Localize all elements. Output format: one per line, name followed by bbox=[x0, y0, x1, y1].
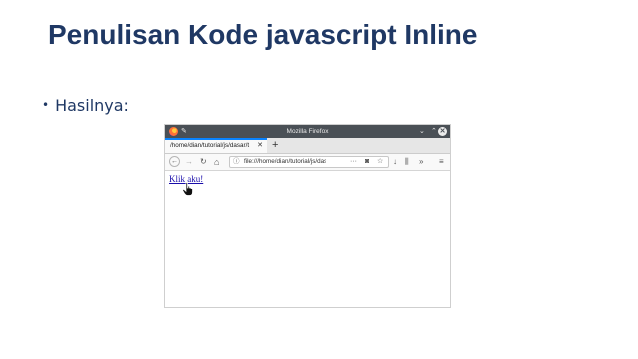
window-titlebar: ✎ Mozilla Firefox ⌄ ⌃ ✕ bbox=[165, 125, 450, 138]
tab-title: /home/dian/tutorial/js/dasar/t bbox=[170, 142, 250, 149]
library-icon[interactable]: ⫼ bbox=[405, 154, 409, 170]
url-bar[interactable]: ⓘ file:///home/dian/tutorial/js/dasar ··… bbox=[229, 156, 389, 168]
hand-cursor-icon bbox=[182, 182, 193, 196]
menu-icon[interactable]: ≡ bbox=[439, 154, 444, 170]
window-close-button[interactable]: ✕ bbox=[438, 127, 447, 136]
maximize-icon[interactable]: ⌃ bbox=[431, 125, 437, 138]
downloads-icon[interactable]: ↓ bbox=[393, 154, 397, 170]
info-icon[interactable]: ⓘ bbox=[233, 157, 240, 167]
slide-title: Penulisan Kode javascript Inline bbox=[48, 19, 478, 50]
reload-button[interactable]: ↻ bbox=[200, 154, 207, 170]
url-text[interactable]: file:///home/dian/tutorial/js/dasar bbox=[244, 157, 326, 167]
home-button[interactable]: ⌂ bbox=[214, 154, 219, 170]
tab-bar: /home/dian/tutorial/js/dasar/t ✕ + bbox=[165, 138, 450, 154]
forward-button[interactable]: → bbox=[185, 154, 193, 170]
back-button[interactable]: ← bbox=[169, 156, 180, 167]
window-title: Mozilla Firefox bbox=[286, 128, 329, 135]
page-actions-icon[interactable]: ··· bbox=[350, 157, 357, 167]
bullet-dot-icon: • bbox=[42, 98, 50, 112]
bullet-text: Hasilnya: bbox=[55, 96, 129, 115]
minimize-icon[interactable]: ⌄ bbox=[419, 125, 425, 138]
bullet-item: • Hasilnya: bbox=[42, 96, 129, 115]
bookmark-star-icon[interactable]: ☆ bbox=[377, 157, 383, 167]
nav-bar: ← → ↻ ⌂ ⓘ file:///home/dian/tutorial/js/… bbox=[165, 154, 450, 171]
page-content: Klik aku! bbox=[165, 171, 450, 307]
tab-active[interactable]: /home/dian/tutorial/js/dasar/t ✕ bbox=[165, 138, 267, 153]
pocket-icon[interactable]: ◙ bbox=[365, 157, 369, 167]
slide: Penulisan Kode javascript Inline • Hasiln… bbox=[0, 0, 638, 359]
tab-close-icon[interactable]: ✕ bbox=[257, 140, 263, 152]
new-tab-button[interactable]: + bbox=[272, 138, 278, 152]
firefox-window-screenshot: ✎ Mozilla Firefox ⌄ ⌃ ✕ /home/dian/tutor… bbox=[164, 124, 451, 308]
overflow-icon[interactable]: » bbox=[419, 154, 423, 170]
